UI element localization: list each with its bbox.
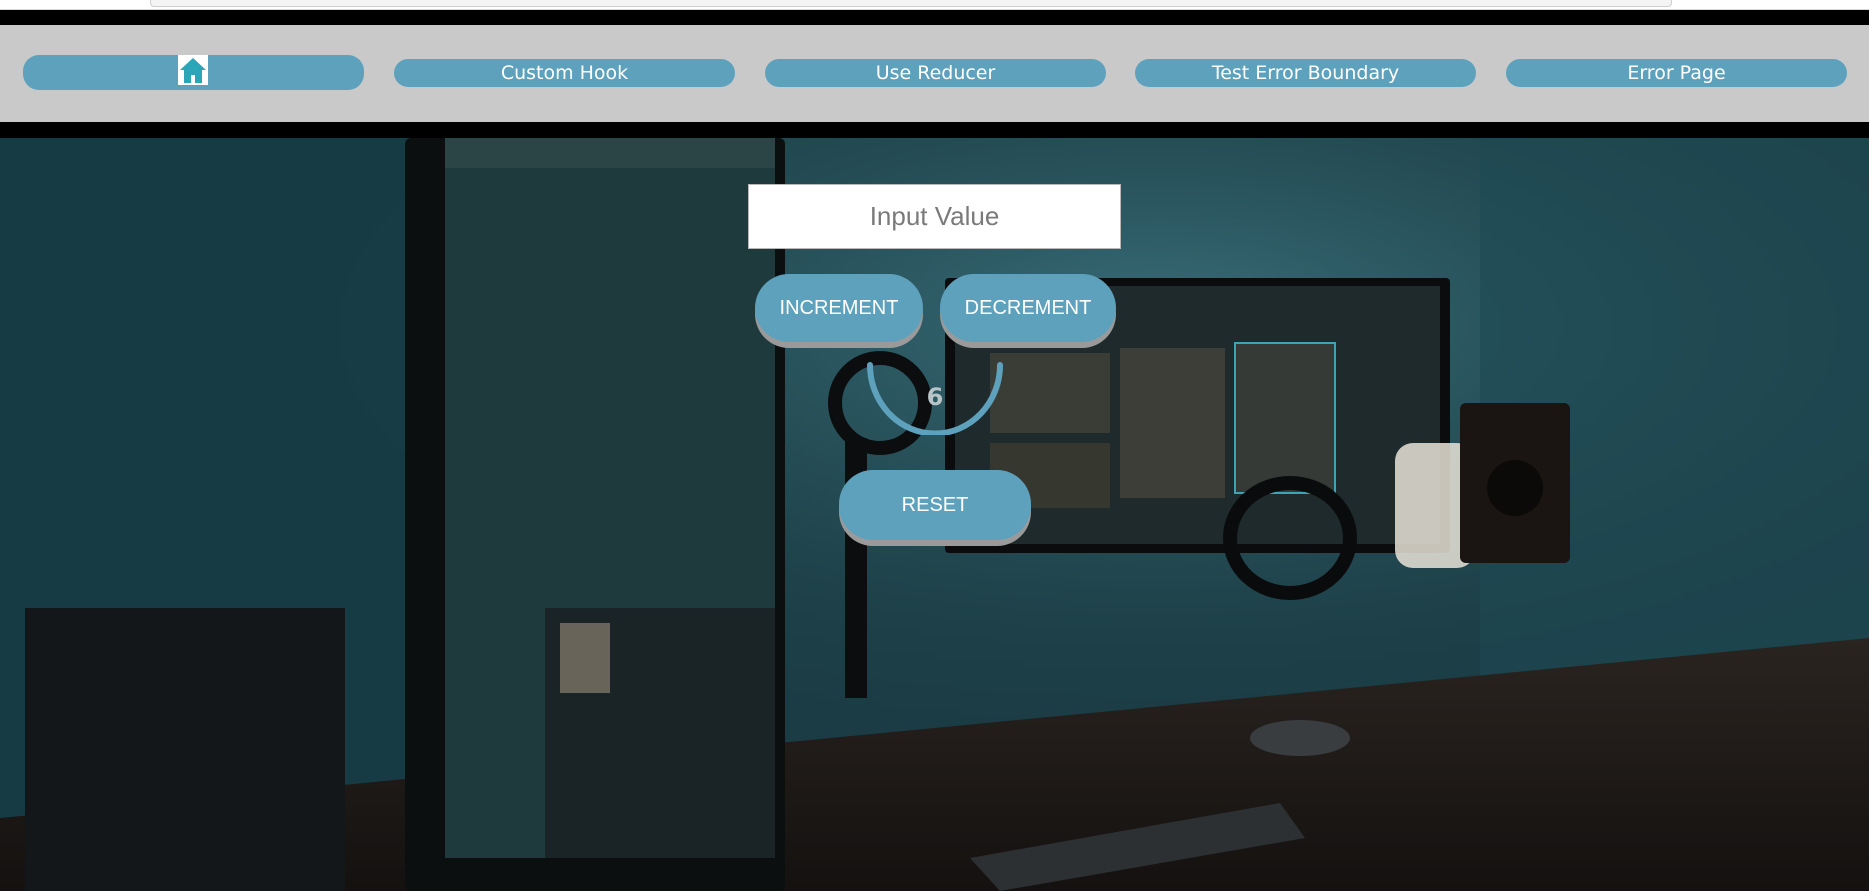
browser-bar bbox=[0, 0, 1869, 10]
reset-button[interactable]: RESET bbox=[839, 470, 1031, 540]
browser-bar-inner bbox=[150, 0, 1672, 7]
nav-custom-hook[interactable]: Custom Hook bbox=[394, 59, 735, 87]
nav-test-error-boundary[interactable]: Test Error Boundary bbox=[1135, 59, 1476, 87]
nav-use-reducer[interactable]: Use Reducer bbox=[765, 59, 1106, 87]
top-nav: Custom Hook Use Reducer Test Error Bound… bbox=[0, 25, 1869, 122]
home-icon bbox=[178, 55, 208, 85]
counter-value: 6 bbox=[926, 383, 944, 411]
nav-error-page[interactable]: Error Page bbox=[1506, 59, 1847, 87]
decrement-button[interactable]: DECREMENT bbox=[940, 274, 1116, 342]
value-input[interactable] bbox=[748, 184, 1121, 249]
browser-top-strip bbox=[0, 0, 1869, 25]
home-button[interactable] bbox=[23, 55, 364, 90]
nav-separator bbox=[0, 122, 1869, 138]
increment-button[interactable]: INCREMENT bbox=[755, 274, 923, 342]
